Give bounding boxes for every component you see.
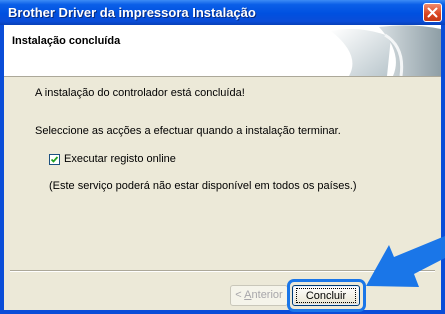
back-button-rest: nterior <box>251 289 283 301</box>
close-button[interactable] <box>423 3 442 22</box>
online-registration-checkbox-row[interactable]: Executar registo online <box>49 152 176 166</box>
button-separator <box>10 270 435 272</box>
back-button-mnemonic: A <box>244 289 252 301</box>
dialog-client-area: Instalação concluída A instalação do con… <box>4 25 441 312</box>
availability-note: (Este serviço poderá não estar disponíve… <box>49 180 357 192</box>
checkmark-icon <box>50 155 59 163</box>
finish-button-label: Concluir <box>296 288 356 303</box>
back-button[interactable]: < Anterior <box>230 285 288 306</box>
header-banner-graphic <box>331 25 441 76</box>
completion-message: A instalação do controlador está concluí… <box>35 87 245 99</box>
installer-window: Brother Driver da impressora Instalação … <box>0 0 445 314</box>
page-title: Instalação concluída <box>12 35 121 47</box>
title-bar[interactable]: Brother Driver da impressora Instalação <box>0 0 445 25</box>
finish-button[interactable]: Concluir <box>292 285 360 306</box>
wizard-header: Instalação concluída <box>4 25 441 77</box>
online-registration-checkbox[interactable] <box>49 153 60 165</box>
instruction-text: Seleccione as acções a efectuar quando a… <box>35 125 341 137</box>
back-button-prefix: < <box>235 289 245 301</box>
close-icon <box>427 7 438 18</box>
online-registration-label: Executar registo online <box>64 153 176 165</box>
window-title: Brother Driver da impressora Instalação <box>8 5 256 20</box>
